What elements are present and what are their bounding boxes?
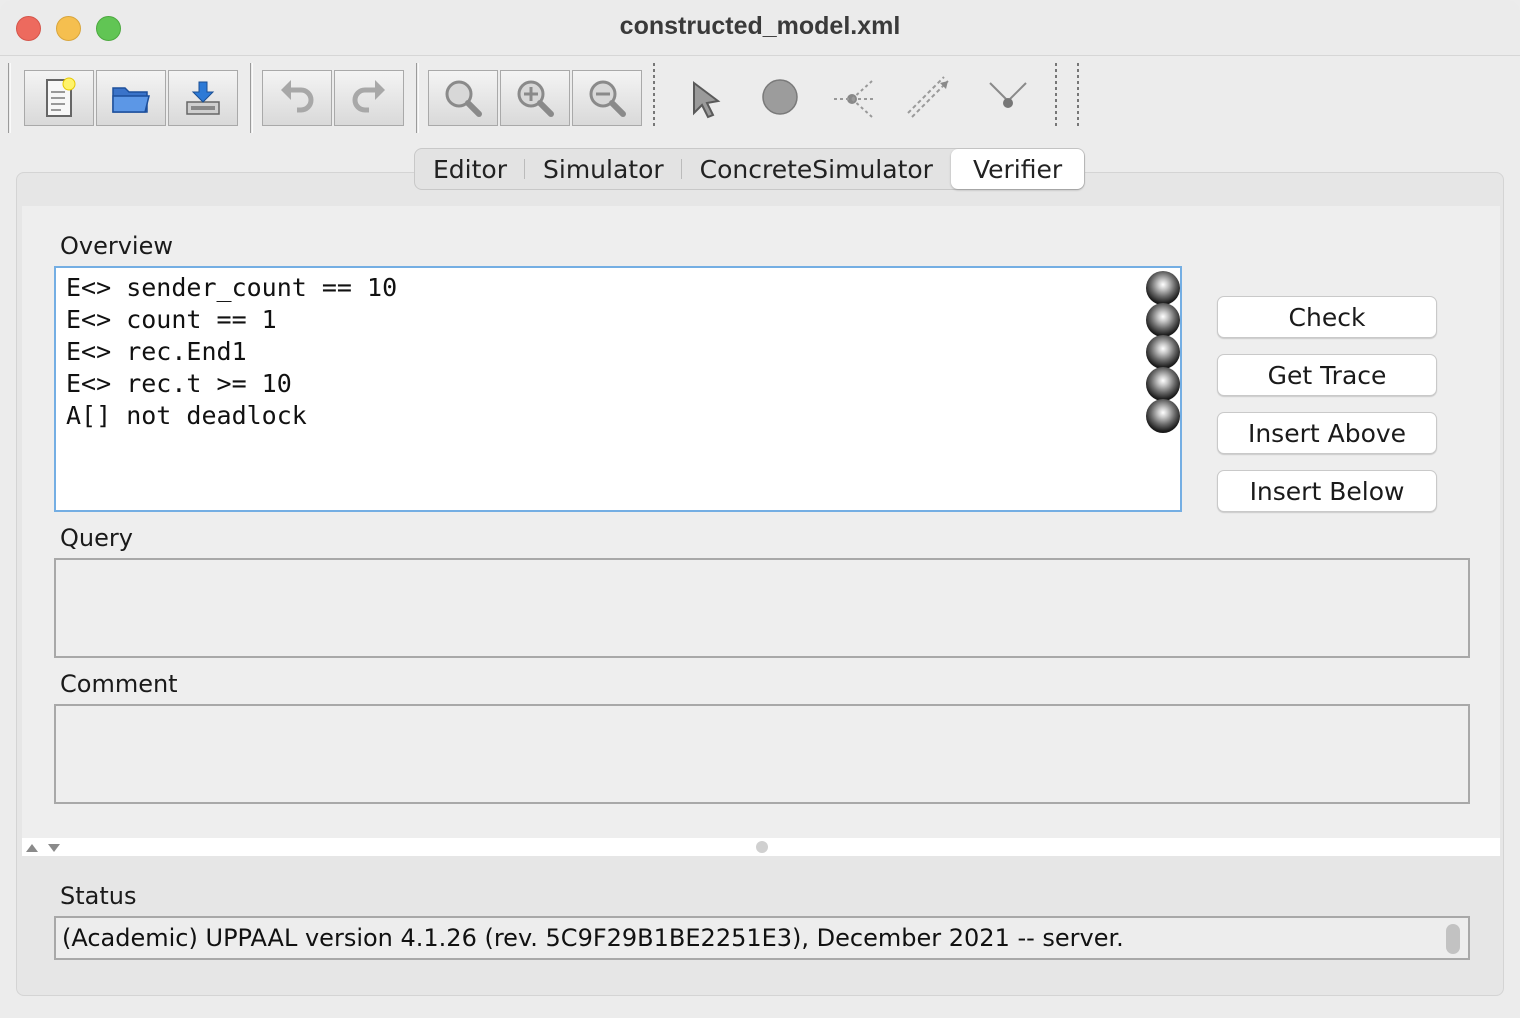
new-document-icon	[46, 77, 76, 117]
insert-below-button[interactable]: Insert Below	[1217, 470, 1437, 512]
new-document-button[interactable]	[24, 70, 94, 126]
zoom-fit-icon	[445, 80, 482, 117]
divider-handle[interactable]	[756, 841, 768, 853]
status-message: (Academic) UPPAAL version 4.1.26 (rev. 5…	[62, 924, 1124, 952]
query-text-area[interactable]	[54, 558, 1470, 658]
query-item[interactable]: E<> rec.t >= 10	[66, 368, 292, 400]
undo-button[interactable]	[262, 70, 332, 126]
query-item[interactable]: A[] not deadlock	[66, 400, 307, 432]
check-button[interactable]: Check	[1217, 296, 1437, 338]
toolbar-separator	[1077, 63, 1079, 127]
zoom-fit-button[interactable]	[428, 70, 498, 126]
comment-label: Comment	[60, 670, 178, 698]
tab-concrete-simulator[interactable]: ConcreteSimulator	[682, 149, 951, 189]
status-text-area: (Academic) UPPAAL version 4.1.26 (rev. 5…	[54, 916, 1470, 960]
save-icon	[186, 81, 220, 115]
select-tool-button[interactable]	[676, 71, 736, 127]
undo-icon	[281, 80, 314, 113]
toolbar-separator	[416, 63, 419, 133]
status-label: Status	[60, 882, 137, 910]
redo-button[interactable]	[334, 70, 404, 126]
zoom-out-icon	[589, 80, 626, 117]
app-window: constructed_model.xml Editor Simulator C…	[0, 0, 1520, 1018]
add-nail-icon	[989, 82, 1027, 108]
query-item[interactable]: E<> count == 1	[66, 304, 277, 336]
tab-editor[interactable]: Editor	[415, 149, 525, 189]
zoom-out-button[interactable]	[572, 70, 642, 126]
query-label: Query	[60, 524, 133, 552]
add-edge-icon	[907, 76, 949, 118]
comment-text-area[interactable]	[54, 704, 1470, 804]
select-pointer-icon	[693, 81, 721, 119]
toolbar-separator	[653, 63, 655, 127]
collapse-down-arrow-icon[interactable]	[48, 844, 60, 852]
query-status-icon	[1146, 271, 1180, 305]
toolbar	[0, 57, 1520, 137]
title-bar: constructed_model.xml	[0, 0, 1520, 56]
collapse-up-arrow-icon[interactable]	[26, 844, 38, 852]
open-folder-icon	[112, 87, 150, 113]
query-overview-list[interactable]: E<> sender_count == 10 E<> count == 1 E<…	[54, 266, 1182, 512]
insert-above-button[interactable]: Insert Above	[1217, 412, 1437, 454]
query-status-icon	[1146, 335, 1180, 369]
query-status-icon	[1146, 399, 1180, 433]
zoom-in-icon	[517, 80, 554, 117]
add-location-icon	[762, 79, 798, 115]
open-folder-button[interactable]	[96, 70, 166, 126]
tab-simulator[interactable]: Simulator	[525, 149, 682, 189]
overview-label: Overview	[60, 232, 173, 260]
query-status-icon	[1146, 303, 1180, 337]
toolbar-grip[interactable]	[8, 63, 11, 133]
add-nail-button[interactable]	[978, 71, 1038, 127]
add-location-button[interactable]	[750, 71, 810, 127]
query-item[interactable]: E<> rec.End1	[66, 336, 247, 368]
status-scrollbar[interactable]	[1446, 924, 1460, 954]
split-pane-divider[interactable]	[22, 838, 1500, 856]
query-item[interactable]: E<> sender_count == 10	[66, 272, 397, 304]
zoom-in-button[interactable]	[500, 70, 570, 126]
tab-verifier[interactable]: Verifier	[950, 149, 1085, 189]
main-tabs: Editor Simulator ConcreteSimulator Verif…	[414, 148, 1086, 190]
add-branch-point-button[interactable]	[826, 71, 886, 127]
add-branch-point-icon	[834, 80, 874, 118]
window-title: constructed_model.xml	[619, 12, 901, 40]
query-status-icon	[1146, 367, 1180, 401]
toolbar-separator	[1055, 63, 1057, 127]
add-edge-button[interactable]	[900, 71, 960, 127]
redo-icon	[352, 80, 385, 113]
get-trace-button[interactable]: Get Trace	[1217, 354, 1437, 396]
toolbar-separator	[250, 63, 253, 133]
save-button[interactable]	[168, 70, 238, 126]
